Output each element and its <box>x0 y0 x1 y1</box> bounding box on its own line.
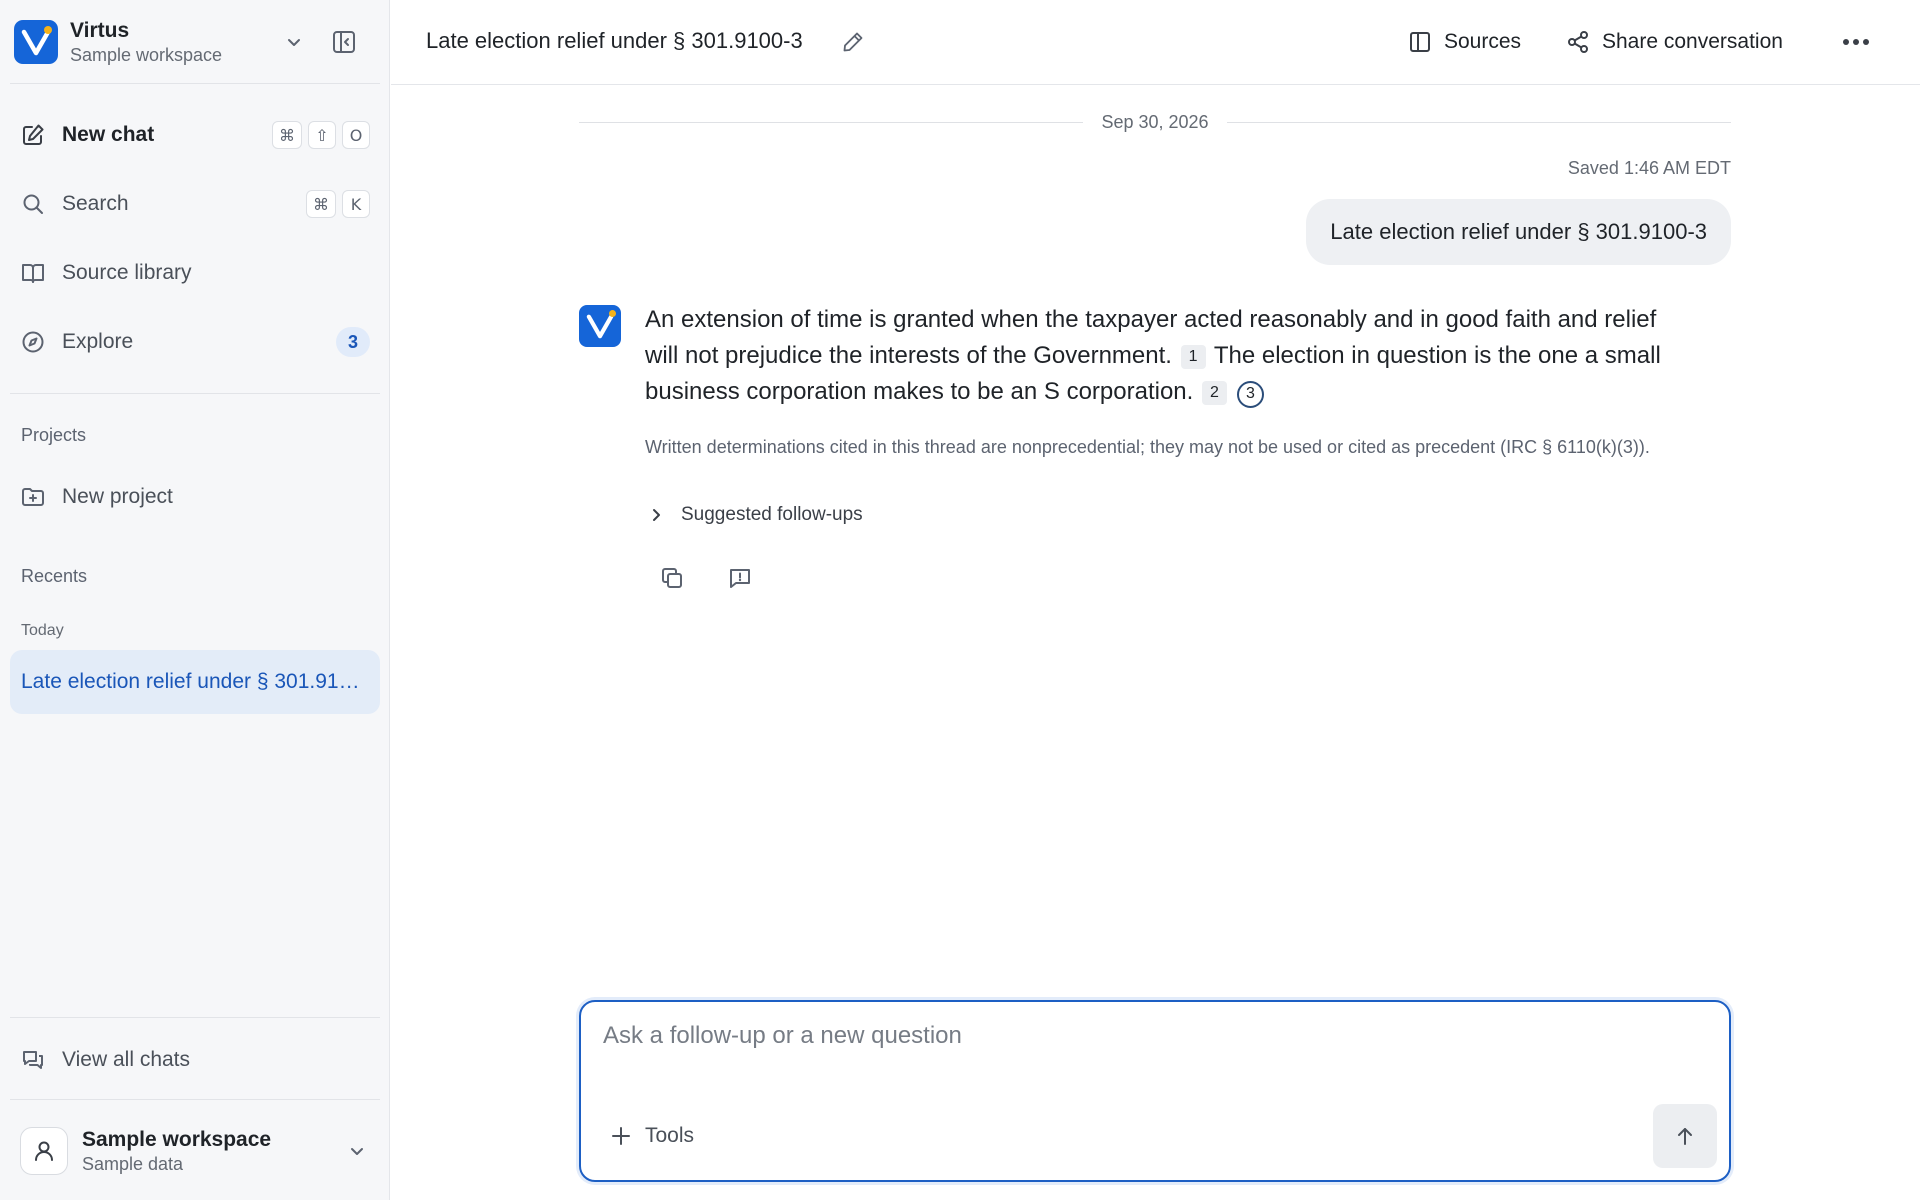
tools-label: Tools <box>645 1124 695 1147</box>
virtus-logo <box>14 20 58 64</box>
search-button[interactable]: Search ⌘ K <box>10 176 380 232</box>
date-label: Sep 30, 2026 <box>1101 111 1209 132</box>
sidebar-divider <box>10 1099 380 1100</box>
arrow-up-icon <box>1674 1125 1696 1147</box>
copy-icon[interactable] <box>654 560 690 596</box>
account-subtitle: Sample data <box>82 1154 184 1174</box>
sidebar-divider <box>10 1017 380 1018</box>
date-separator: Sep 30, 2026 <box>579 110 1732 134</box>
message-composer: Tools <box>579 1000 1731 1182</box>
user-message: Late election relief under § 301.9100-3 <box>1306 199 1731 265</box>
citation-marker[interactable]: 1 <box>1180 345 1206 369</box>
chevron-down-icon[interactable] <box>342 1136 372 1166</box>
recent-chat-item[interactable]: Late election relief under § 301.9100-3 <box>10 650 380 714</box>
feedback-icon[interactable] <box>722 560 758 596</box>
search-shortcut: ⌘ K <box>306 190 370 218</box>
sidebar-divider <box>10 393 380 394</box>
sidebar-divider <box>10 83 380 84</box>
tools-button[interactable]: Tools <box>611 1120 694 1152</box>
pencil-icon[interactable] <box>837 26 869 58</box>
followups-label: Suggested follow-ups <box>681 504 863 525</box>
assistant-avatar <box>579 305 621 347</box>
conversation-header: Late election relief under § 301.9100-3 … <box>391 0 1920 85</box>
share-icon <box>1566 30 1590 54</box>
chevron-down-icon[interactable] <box>278 26 310 58</box>
explore-count-badge: 3 <box>336 327 370 357</box>
chats-icon <box>20 1047 46 1073</box>
disclaimer-text: Written determinations cited in this thr… <box>645 437 1650 457</box>
view-all-chats-button[interactable]: View all chats <box>10 1032 380 1088</box>
new-chat-shortcut: ⌘ ⇧ O <box>272 121 370 149</box>
source-library-button[interactable]: Source library <box>10 245 380 301</box>
recent-chat-label: Late election relief under § 301.9100-3 <box>21 670 371 693</box>
chevron-right-icon <box>645 504 667 526</box>
workspace-subtitle: Sample workspace <box>70 45 223 65</box>
folder-plus-icon <box>20 484 46 510</box>
view-all-chats-label: View all chats <box>62 1048 191 1071</box>
kbd-key: ⌘ <box>306 190 336 218</box>
suggested-followups-toggle[interactable]: Suggested follow-ups <box>645 500 863 530</box>
citation-marker-circled[interactable]: 3 <box>1236 380 1264 408</box>
search-label: Search <box>62 192 129 215</box>
kbd-key: O <box>342 121 370 149</box>
new-chat-button[interactable]: New chat ⌘ ⇧ O <box>10 107 380 163</box>
kbd-key: ⌘ <box>272 121 302 149</box>
workspace-header[interactable]: Virtus Sample workspace <box>14 18 376 66</box>
search-icon <box>20 191 46 217</box>
compose-icon <box>20 122 46 148</box>
more-options-icon[interactable] <box>1836 22 1876 62</box>
book-icon <box>20 260 46 286</box>
share-conversation-button[interactable]: Share conversation <box>1566 22 1783 62</box>
projects-heading: Projects <box>21 425 87 445</box>
workspace-name: Virtus <box>70 19 130 42</box>
compass-icon <box>20 329 46 355</box>
send-button[interactable] <box>1653 1104 1717 1168</box>
new-project-button[interactable]: New project <box>10 469 380 525</box>
kbd-key: ⇧ <box>308 121 336 149</box>
share-label: Share conversation <box>1602 30 1783 53</box>
collapse-sidebar-icon[interactable] <box>326 24 362 60</box>
message-input[interactable] <box>603 1022 1703 1082</box>
avatar <box>20 1127 68 1175</box>
plus-icon <box>611 1126 631 1146</box>
saved-timestamp: Saved 1:46 AM EDT <box>1567 158 1731 178</box>
recents-heading: Recents <box>21 566 88 586</box>
account-name: Sample workspace <box>82 1128 272 1151</box>
explore-button[interactable]: Explore 3 <box>10 314 380 370</box>
citation-marker[interactable]: 2 <box>1201 381 1227 405</box>
sources-button[interactable]: Sources <box>1408 22 1521 62</box>
account-switcher[interactable]: Sample workspace Sample data <box>20 1122 376 1180</box>
assistant-answer: An extension of time is granted when the… <box>645 302 1675 410</box>
panel-icon <box>1408 30 1432 54</box>
conversation-title: Late election relief under § 301.9100-3 <box>426 28 803 53</box>
today-heading: Today <box>21 622 64 639</box>
sources-label: Sources <box>1444 30 1522 53</box>
new-chat-label: New chat <box>62 123 155 146</box>
new-project-label: New project <box>62 485 173 508</box>
source-library-label: Source library <box>62 261 192 284</box>
explore-label: Explore <box>62 330 134 353</box>
sidebar: Virtus Sample workspace New chat ⌘ ⇧ O S… <box>0 0 390 1200</box>
kbd-key: K <box>342 190 370 218</box>
